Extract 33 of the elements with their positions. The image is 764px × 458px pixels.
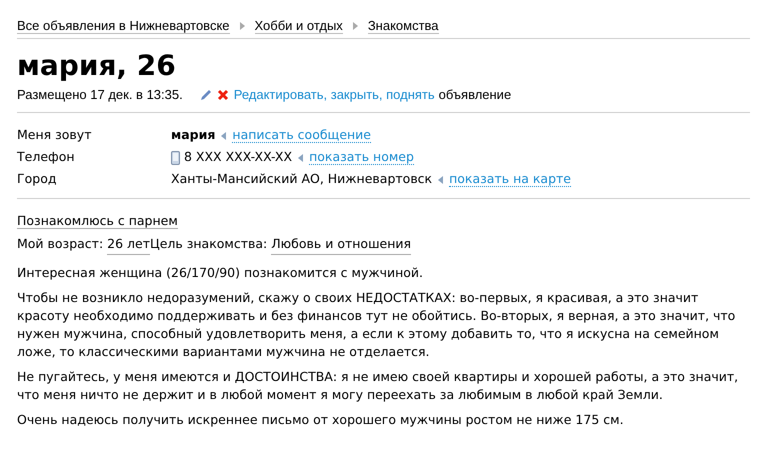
description-paragraph: Интересная женщина (26/170/90) познакомится с мужчиной.	[17, 264, 424, 282]
breadcrumb-link[interactable]: Знакомства	[368, 18, 439, 34]
breadcrumb-link[interactable]: Все объявления в Нижневартовске	[17, 18, 230, 34]
chevron-icon	[352, 22, 358, 30]
param-label: Цель знакомства:	[150, 235, 268, 254]
detail-label: Меня зовут	[17, 126, 92, 144]
posted-date: Размещено 17 дек. в 13:35.	[17, 86, 183, 104]
description-paragraph: Очень надеюсь получить искреннее письмо от хорошего мужчины ростом не ниже 175 см.	[17, 411, 625, 429]
detail-link[interactable]: показать номер	[309, 150, 414, 165]
detail-link[interactable]: написать сообщение	[232, 128, 372, 143]
close-icon	[216, 88, 229, 101]
detail-label: Город	[17, 170, 58, 188]
arrow-icon	[221, 132, 226, 140]
breadcrumb-link[interactable]: Хобби и отдых	[254, 18, 343, 34]
param-value: Любовь и отношения	[271, 235, 412, 255]
edit-link[interactable]: Редактировать, закрыть, поднять	[234, 85, 435, 104]
arrow-icon	[438, 176, 444, 184]
detail-value: Ханты-Мансийский АО, Нижневартовск	[171, 170, 432, 188]
detail-link[interactable]: показать на карте	[449, 172, 571, 187]
ad-title: мария, 26	[17, 49, 177, 83]
pencil-icon	[198, 88, 213, 102]
detail-label: Телефон	[17, 148, 76, 166]
detail-value: 8 XXX XXX-XX-XX	[184, 148, 292, 166]
description-paragraph: Чтобы не возникло недоразумений, скажу о своих НЕДОСТАТКАХ: во-первых, я красивая, а это значит красоту необходимо поддерживать и без финансов тут не обойтись. Во-вторых, я верная, а это значит, что нужен мужчина, способный удовлетворить меня, а если к этому добавить то, что я искусна на семейном ложе, то классическими вариантами мужчина не отделается.	[17, 289, 736, 361]
chevron-icon	[240, 22, 245, 30]
param-label: Мой возраст:	[17, 235, 104, 254]
category-link[interactable]: Познакомлюсь с парнем	[17, 212, 178, 228]
detail-value: мария	[171, 126, 216, 144]
param-value: 26 лет	[107, 235, 150, 255]
description-paragraph: Не пугайтесь, у меня имеются и ДОСТОИНСТВА: я не имею своей квартиры и хорошей работы, а это значит, что меня ничто не держит и в любой момент я могу переехать за любимым в любой край Земли.	[17, 368, 740, 404]
ad-word: объявление	[438, 86, 512, 104]
phone-icon	[171, 150, 180, 164]
arrow-icon	[298, 154, 304, 162]
